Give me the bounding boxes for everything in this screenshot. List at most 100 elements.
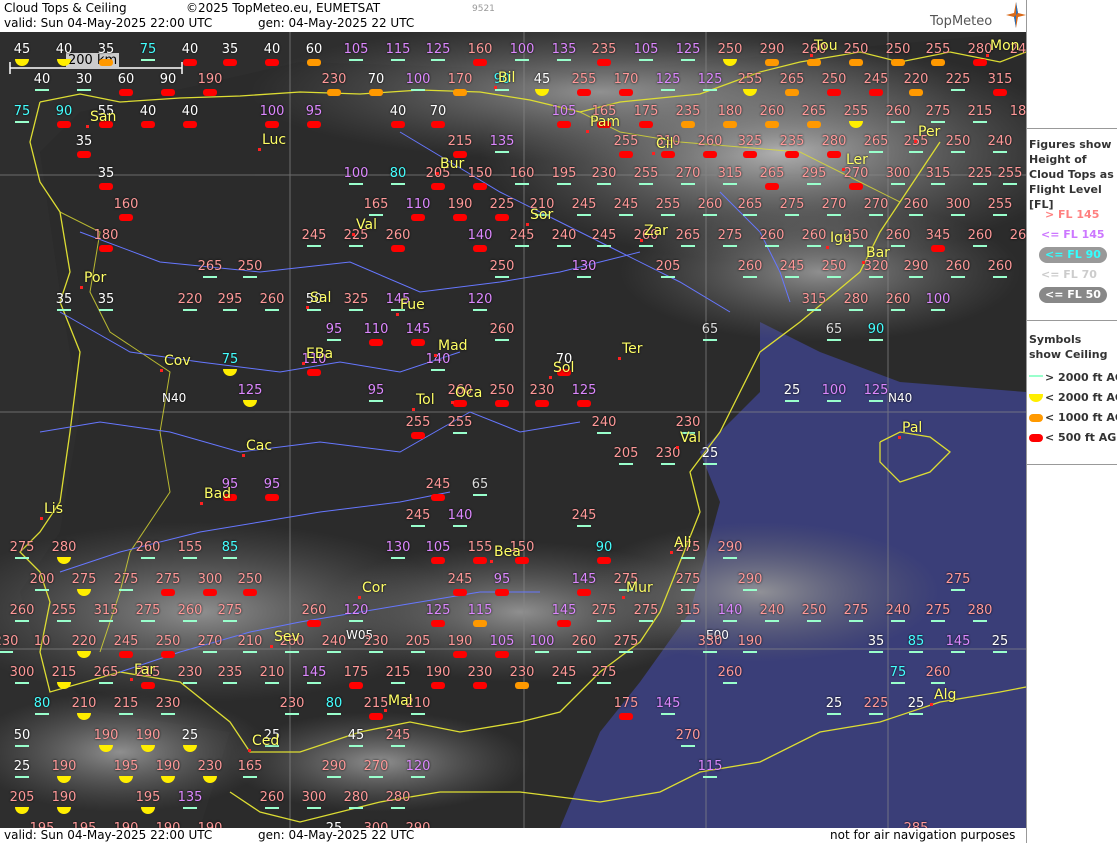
cloud-top-label: 225 (489, 197, 515, 212)
cloud-top-label: 35 (55, 292, 73, 307)
ceiling-symbol-icon (619, 89, 633, 96)
cloud-top-label: 60 (305, 42, 323, 57)
city-name: Val (680, 430, 701, 446)
cloud-top-label: 285 (904, 821, 929, 828)
legend-symbol-label: < 500 ft AGL (1045, 431, 1117, 444)
city-marker-icon (898, 436, 901, 439)
cloud-top-label: 255 (571, 72, 597, 87)
ceiling-symbol-icon (891, 121, 905, 123)
city-marker-icon (384, 709, 387, 712)
ceiling-symbol-icon (639, 620, 653, 622)
cloud-top-label: 245 (863, 72, 889, 87)
cloud-top-label: 255 (925, 42, 951, 57)
ceiling-symbol-icon (597, 557, 611, 564)
cloud-top-label: 105 (551, 104, 577, 119)
ceiling-symbol-icon (431, 620, 445, 627)
satellite-map[interactable]: 200 km N40 N40 E00 W05 45 40 35 75 40 35 40 60 1… (0, 32, 1026, 828)
ceiling-symbol-icon (909, 276, 923, 278)
cloud-top-label: 225 (863, 696, 889, 711)
ceiling-symbol-icon (203, 589, 217, 596)
cloud-top-label: 200 (29, 572, 55, 587)
cloud-top-label: 275 (925, 104, 951, 119)
cloud-top-label: 205 (9, 790, 35, 805)
cloud-top-label: 240 (591, 415, 617, 430)
cloud-top-label: 165 (237, 759, 263, 774)
cloud-top-label: 275 (779, 197, 805, 212)
cloud-top-label: 230 (279, 696, 305, 711)
cloud-top-label: 190 (51, 790, 77, 805)
city-marker-icon (526, 223, 529, 226)
cloud-top-label: 260 (177, 603, 203, 618)
cloud-top-label: 265 (759, 166, 785, 181)
legend-fl-lowest: <= FL 50 (1039, 287, 1107, 303)
city-marker-icon (622, 596, 625, 599)
cloud-top-label: 245 (779, 259, 805, 274)
cloud-top-label: 75 (221, 352, 239, 367)
cloud-top-label: 265 (675, 228, 701, 243)
city-marker-icon (86, 125, 89, 128)
ceiling-symbol-icon (161, 651, 175, 658)
cloud-top-label: 180 (717, 104, 743, 119)
cloud-top-label: 190 (155, 759, 181, 774)
ceiling-symbol-icon (931, 183, 945, 185)
cloud-top-label: 240 (987, 134, 1013, 149)
city-name: Sev (274, 629, 300, 645)
ceiling-symbol-icon (951, 214, 965, 216)
city-marker-icon (306, 306, 309, 309)
symbol-500-icon (1029, 434, 1043, 442)
cloud-top-label: 140 (467, 228, 493, 243)
ceiling-symbol-icon (849, 620, 863, 622)
cloud-top-label: 40 (139, 104, 157, 119)
city-name: Bea (494, 544, 521, 560)
cloud-top-label: 215 (967, 104, 993, 119)
ceiling-symbol-icon (453, 89, 467, 96)
cloud-top-label: 175 (343, 665, 369, 680)
ceiling-symbol-icon (827, 276, 841, 278)
cloud-top-label: 275 (71, 572, 97, 587)
cloud-top-label: 125 (863, 383, 889, 398)
cloud-top-label: 260 (737, 259, 763, 274)
cloud-top-label: 145 (655, 696, 681, 711)
cloud-top-label: 40 (181, 104, 199, 119)
cloud-top-label: 140 (717, 603, 743, 618)
city-name: Zar (644, 223, 668, 239)
city-name: Mad (438, 338, 468, 354)
cloud-top-label: 255 (737, 72, 763, 87)
ceiling-symbol-icon (765, 620, 779, 622)
city-marker-icon (352, 233, 355, 236)
ceiling-symbol-icon (681, 557, 695, 559)
ceiling-symbol-icon (369, 400, 383, 402)
ceiling-symbol-icon (307, 245, 321, 247)
ceiling-symbol-icon (431, 557, 445, 564)
cloud-top-label: 260 (259, 292, 285, 307)
legend-symbols-title: Symbols show Ceiling (1029, 333, 1108, 361)
cloud-top-label: 260 (885, 292, 911, 307)
footer-bar: valid: Sun 04-May-2025 22:00 UTC gen: 04… (0, 828, 1026, 843)
cloud-top-label: 270 (675, 728, 701, 743)
ceiling-symbol-icon (307, 369, 321, 376)
ceiling-symbol-icon (183, 309, 197, 311)
cloud-top-label: 75 (889, 665, 907, 680)
cloud-top-label: 160 (467, 42, 493, 57)
footer-valid: valid: Sun 04-May-2025 22:00 UTC (4, 828, 213, 842)
ceiling-symbol-icon (807, 183, 821, 185)
ceiling-symbol-icon (723, 245, 737, 247)
ceiling-symbol-icon (931, 59, 945, 66)
cloud-top-label: 40 (263, 42, 281, 57)
city-marker-icon (248, 749, 251, 752)
cloud-top-label: 280 (51, 540, 77, 555)
ceiling-symbol-icon (785, 89, 799, 96)
ceiling-symbol-icon (223, 682, 237, 684)
ceiling-symbol-icon (619, 651, 633, 653)
cloud-top-label: 275 (9, 540, 35, 555)
ceiling-symbol-icon (681, 589, 695, 591)
ceiling-symbol-icon (849, 309, 863, 311)
ceiling-symbol-icon (223, 620, 237, 622)
ceiling-symbol-icon (993, 151, 1007, 153)
cloud-top-label: 100 (925, 292, 951, 307)
ceiling-symbol-icon (349, 245, 363, 247)
cloud-top-label: 250 (843, 42, 869, 57)
cloud-top-label: 290 (321, 759, 347, 774)
ceiling-symbol-icon (35, 589, 49, 591)
cloud-top-label: 45 (13, 42, 31, 57)
